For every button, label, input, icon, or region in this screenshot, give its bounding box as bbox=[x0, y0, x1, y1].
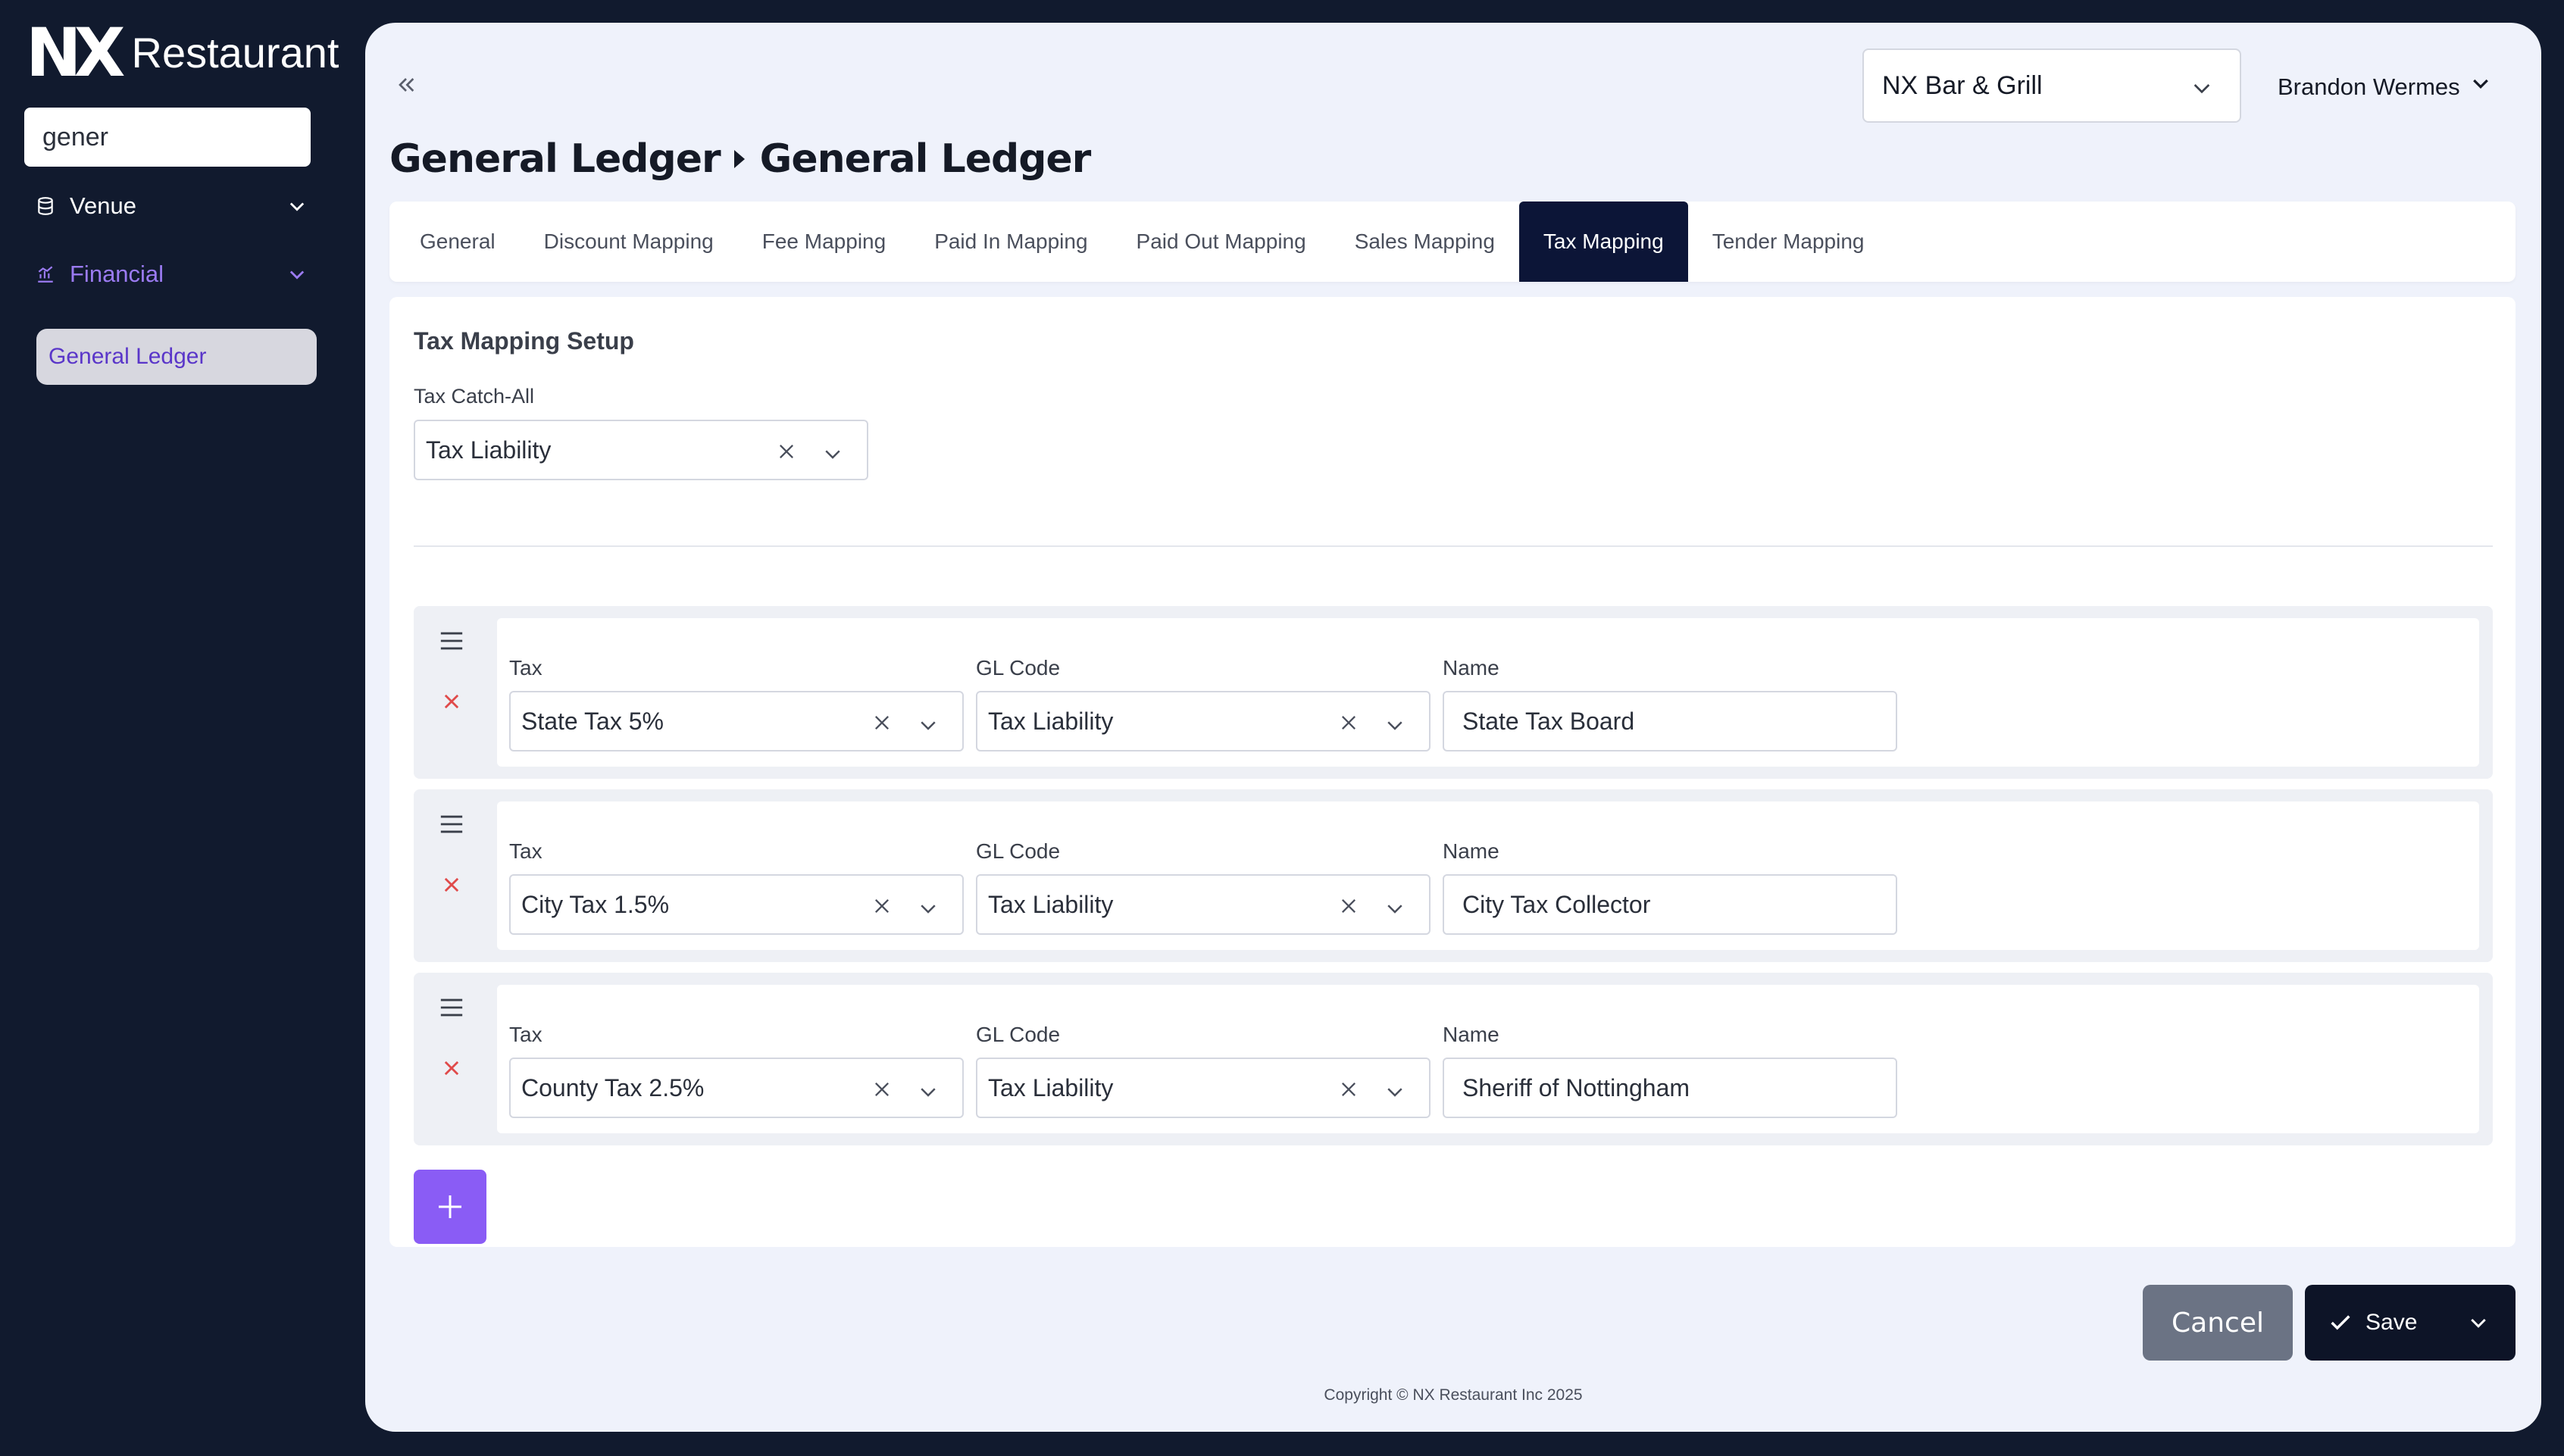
breadcrumb: General Ledger General Ledger bbox=[389, 136, 1092, 182]
tax-row: Tax State Tax 5% GL Code Tax Liability N… bbox=[414, 606, 2493, 779]
tab-bar: General Discount Mapping Fee Mapping Pai… bbox=[389, 202, 2516, 282]
gl-code-select[interactable]: Tax Liability bbox=[976, 1058, 1431, 1118]
tax-mapping-card: Tax Mapping Setup Tax Catch-All Tax Liab… bbox=[389, 297, 2516, 1247]
main-panel: NX Bar & Grill Brandon Wermes General Le… bbox=[365, 23, 2541, 1432]
tab-sales-mapping[interactable]: Sales Mapping bbox=[1330, 202, 1519, 282]
sidebar-item-label: Venue bbox=[70, 192, 136, 219]
save-button-label: Save bbox=[2365, 1310, 2418, 1335]
chevron-down-icon bbox=[917, 714, 940, 742]
user-menu[interactable]: Brandon Wermes bbox=[2278, 68, 2492, 106]
drag-handle-icon[interactable] bbox=[436, 626, 467, 656]
page-title: General Ledger bbox=[759, 136, 1092, 182]
chart-icon bbox=[35, 264, 56, 285]
sidebar-item-label: Financial bbox=[70, 261, 164, 287]
tab-paid-in-mapping[interactable]: Paid In Mapping bbox=[910, 202, 1112, 282]
sidebar-search-input[interactable] bbox=[24, 108, 311, 167]
clear-icon[interactable] bbox=[870, 711, 894, 735]
tab-discount-mapping[interactable]: Discount Mapping bbox=[520, 202, 738, 282]
close-icon[interactable] bbox=[436, 870, 467, 900]
tax-row-fields: Tax City Tax 1.5% GL Code Tax Liability … bbox=[497, 801, 2479, 950]
plus-icon bbox=[435, 1192, 465, 1222]
chevron-down-icon bbox=[917, 1080, 940, 1109]
tax-row: Tax City Tax 1.5% GL Code Tax Liability … bbox=[414, 789, 2493, 962]
name-label: Name bbox=[1443, 839, 1499, 863]
sidebar-item-general-ledger[interactable]: General Ledger bbox=[36, 329, 317, 385]
clear-icon[interactable] bbox=[774, 439, 799, 464]
tax-select[interactable]: City Tax 1.5% bbox=[509, 874, 964, 935]
database-icon bbox=[35, 195, 56, 217]
gl-code-label: GL Code bbox=[976, 839, 1061, 863]
tab-tax-mapping[interactable]: Tax Mapping bbox=[1518, 202, 1688, 282]
gl-code-select[interactable]: Tax Liability bbox=[976, 691, 1431, 751]
catch-all-value: Tax Liability bbox=[426, 436, 552, 464]
tax-select-value: State Tax 5% bbox=[521, 707, 664, 735]
clear-icon[interactable] bbox=[1337, 894, 1361, 918]
tax-label: Tax bbox=[509, 839, 543, 863]
clear-icon[interactable] bbox=[1337, 1077, 1361, 1101]
add-tax-row-button[interactable] bbox=[414, 1170, 486, 1244]
gl-code-select-value: Tax Liability bbox=[988, 707, 1114, 735]
name-input[interactable] bbox=[1443, 1058, 1897, 1118]
breadcrumb-item[interactable]: General Ledger bbox=[389, 136, 721, 182]
name-label: Name bbox=[1443, 1023, 1499, 1046]
chevron-down-icon bbox=[1384, 897, 1406, 926]
chevron-down-icon[interactable] bbox=[2467, 1312, 2490, 1341]
clear-icon[interactable] bbox=[870, 1077, 894, 1101]
tab-tender-mapping[interactable]: Tender Mapping bbox=[1688, 202, 1889, 282]
venue-select[interactable]: NX Bar & Grill bbox=[1862, 48, 2241, 123]
chevron-down-icon bbox=[1384, 714, 1406, 742]
double-chevron-left-icon[interactable] bbox=[388, 67, 424, 103]
sidebar: NX Restaurant Venue Financial General Le… bbox=[0, 0, 364, 1456]
divider bbox=[414, 545, 2493, 547]
tab-paid-out-mapping[interactable]: Paid Out Mapping bbox=[1112, 202, 1330, 282]
tax-row: Tax County Tax 2.5% GL Code Tax Liabilit… bbox=[414, 973, 2493, 1145]
close-icon[interactable] bbox=[436, 1053, 467, 1083]
venue-select-value: NX Bar & Grill bbox=[1882, 70, 2043, 100]
brand-logo[interactable]: NX Restaurant bbox=[26, 14, 339, 92]
cancel-button[interactable]: Cancel bbox=[2143, 1285, 2293, 1361]
gl-code-label: GL Code bbox=[976, 1023, 1061, 1046]
tax-label: Tax bbox=[509, 656, 543, 680]
sidebar-item-venue[interactable]: Venue bbox=[35, 185, 308, 227]
chevron-down-icon bbox=[821, 442, 844, 471]
tax-select-value: County Tax 2.5% bbox=[521, 1073, 705, 1101]
brand-name: Restaurant bbox=[131, 29, 339, 77]
gl-code-select[interactable]: Tax Liability bbox=[976, 874, 1431, 935]
name-input[interactable] bbox=[1443, 691, 1897, 751]
gl-code-select-value: Tax Liability bbox=[988, 890, 1114, 918]
gl-code-select-value: Tax Liability bbox=[988, 1073, 1114, 1101]
user-name: Brandon Wermes bbox=[2278, 73, 2460, 100]
close-icon[interactable] bbox=[436, 686, 467, 717]
section-title: Tax Mapping Setup bbox=[414, 327, 634, 355]
tax-select[interactable]: State Tax 5% bbox=[509, 691, 964, 751]
drag-handle-icon[interactable] bbox=[436, 992, 467, 1023]
save-button[interactable]: Save bbox=[2305, 1285, 2516, 1361]
chevron-down-icon bbox=[2190, 76, 2214, 107]
catch-all-label: Tax Catch-All bbox=[414, 385, 535, 408]
gl-code-label: GL Code bbox=[976, 656, 1061, 680]
chevron-down-icon bbox=[286, 264, 308, 291]
tab-fee-mapping[interactable]: Fee Mapping bbox=[738, 202, 910, 282]
sidebar-item-financial[interactable]: Financial bbox=[35, 253, 308, 295]
footer-copyright: Copyright © NX Restaurant Inc 2025 bbox=[1324, 1386, 1583, 1404]
clear-icon[interactable] bbox=[1337, 711, 1361, 735]
catch-all-select[interactable]: Tax Liability bbox=[414, 420, 868, 480]
chevron-down-icon bbox=[286, 195, 308, 223]
chevron-down-icon bbox=[2469, 73, 2492, 102]
check-icon bbox=[2328, 1310, 2353, 1336]
tax-row-fields: Tax County Tax 2.5% GL Code Tax Liabilit… bbox=[497, 985, 2479, 1133]
name-label: Name bbox=[1443, 656, 1499, 680]
tab-general[interactable]: General bbox=[396, 202, 520, 282]
chevron-down-icon bbox=[1384, 1080, 1406, 1109]
clear-icon[interactable] bbox=[870, 894, 894, 918]
tax-select-value: City Tax 1.5% bbox=[521, 890, 670, 918]
tax-row-fields: Tax State Tax 5% GL Code Tax Liability N… bbox=[497, 618, 2479, 767]
name-input[interactable] bbox=[1443, 874, 1897, 935]
tax-label: Tax bbox=[509, 1023, 543, 1046]
tax-select[interactable]: County Tax 2.5% bbox=[509, 1058, 964, 1118]
brand-mark: NX bbox=[26, 14, 125, 92]
drag-handle-icon[interactable] bbox=[436, 809, 467, 839]
chevron-down-icon bbox=[917, 897, 940, 926]
breadcrumb-separator-icon bbox=[733, 148, 748, 170]
